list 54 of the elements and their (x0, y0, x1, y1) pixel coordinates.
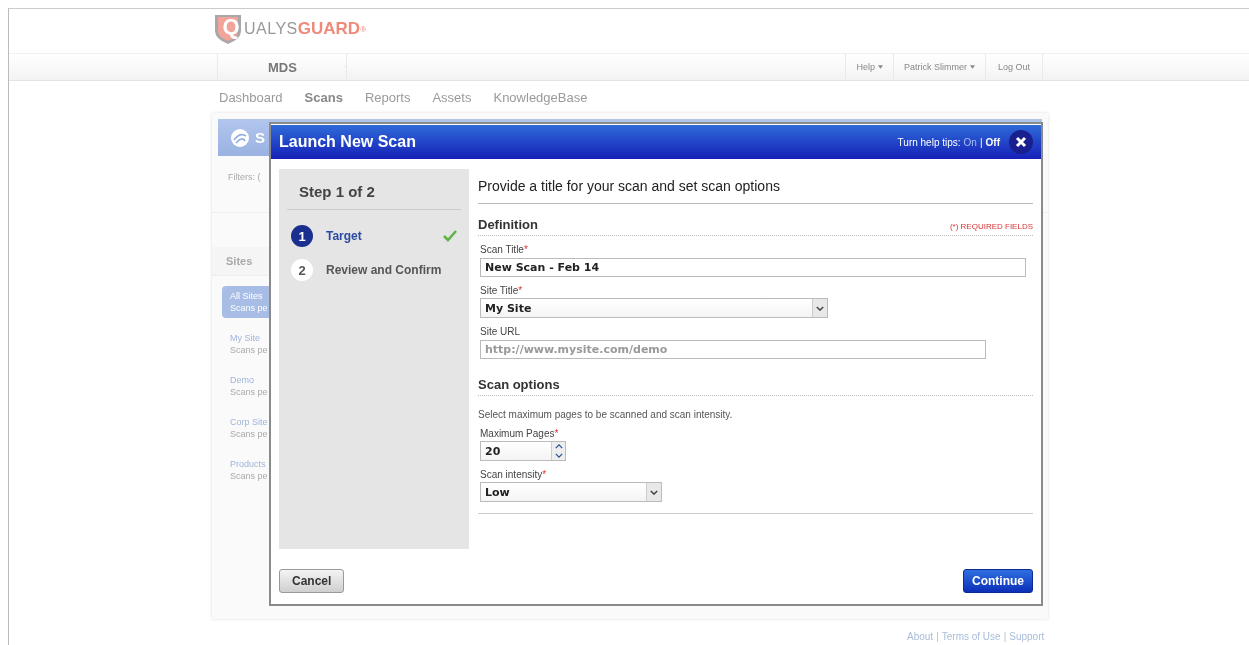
field-label: Site URL (480, 326, 520, 337)
separator-text: | (936, 631, 939, 642)
nav-tab[interactable]: KnowledgeBase (493, 90, 588, 114)
continue-button[interactable]: Continue (963, 569, 1033, 593)
footer-link[interactable]: Terms of Use (941, 631, 1001, 642)
required-note: (*) REQUIRED FIELDS (949, 222, 1033, 231)
panel-title: S (255, 129, 265, 146)
field-label: Scan intensity (480, 469, 543, 480)
footer-link[interactable]: Support (1009, 631, 1045, 642)
intro-text: Provide a title for your scan and set scan options (478, 178, 1033, 204)
dropdown-field[interactable]: My Site (480, 298, 828, 318)
help-tips-option[interactable]: Off (985, 136, 1000, 148)
caret-icon (969, 65, 975, 69)
text-field[interactable]: New Scan - Feb 14 (480, 258, 1026, 277)
chevron-up-icon[interactable] (554, 444, 563, 449)
menu-link[interactable]: Help (845, 54, 893, 80)
nav-tab[interactable]: Dashboard (219, 90, 283, 114)
step-heading: Step 1 of 2 (287, 183, 461, 210)
section-title: Definition (478, 217, 538, 232)
field-label: Scan Title (480, 244, 524, 255)
step-label: Review and Confirm (326, 263, 443, 277)
separator-text: | (1003, 631, 1007, 642)
nav-tab[interactable]: Assets (432, 90, 472, 114)
required-mark: * (542, 469, 547, 480)
chevron-down-icon[interactable] (554, 453, 563, 458)
chevron-down-icon (816, 305, 824, 311)
step-number: 1 (291, 225, 313, 247)
required-mark: * (554, 428, 559, 439)
dropdown-field[interactable]: Low (480, 482, 662, 502)
check-icon (443, 230, 457, 242)
caret-icon (877, 65, 883, 69)
nav-tab[interactable]: Reports (364, 90, 411, 114)
cancel-button[interactable]: Cancel (279, 569, 345, 593)
field-label: Site Title (480, 285, 519, 296)
separator-text: | (979, 136, 983, 148)
chevron-down-icon (650, 489, 658, 495)
number-field[interactable]: 20 (480, 441, 566, 461)
field-label: Maximum Pages (480, 428, 555, 439)
footer-link[interactable]: About (907, 631, 934, 642)
required-mark: * (518, 285, 523, 296)
nav-tab[interactable]: Scans (304, 90, 343, 114)
menu-link[interactable]: Patrick Slimmer (892, 54, 985, 80)
help-tips-option[interactable]: On (963, 136, 977, 148)
text-field[interactable]: http://www.mysite.com/demo (480, 340, 986, 359)
menu-link[interactable]: Log Out (984, 54, 1043, 80)
close-icon[interactable] (1009, 130, 1033, 154)
section-description: Select maximum pages to be scanned and scan intensity. (478, 409, 734, 420)
step-label: Target (326, 229, 363, 243)
globe-icon (230, 127, 250, 148)
step-number: 2 (291, 259, 313, 281)
account-menu[interactable]: MDS (217, 54, 347, 80)
section-title: Scan options (478, 377, 560, 392)
help-tips-label: Turn help tips: (897, 136, 961, 148)
dialog-title: Launch New Scan (279, 133, 417, 151)
